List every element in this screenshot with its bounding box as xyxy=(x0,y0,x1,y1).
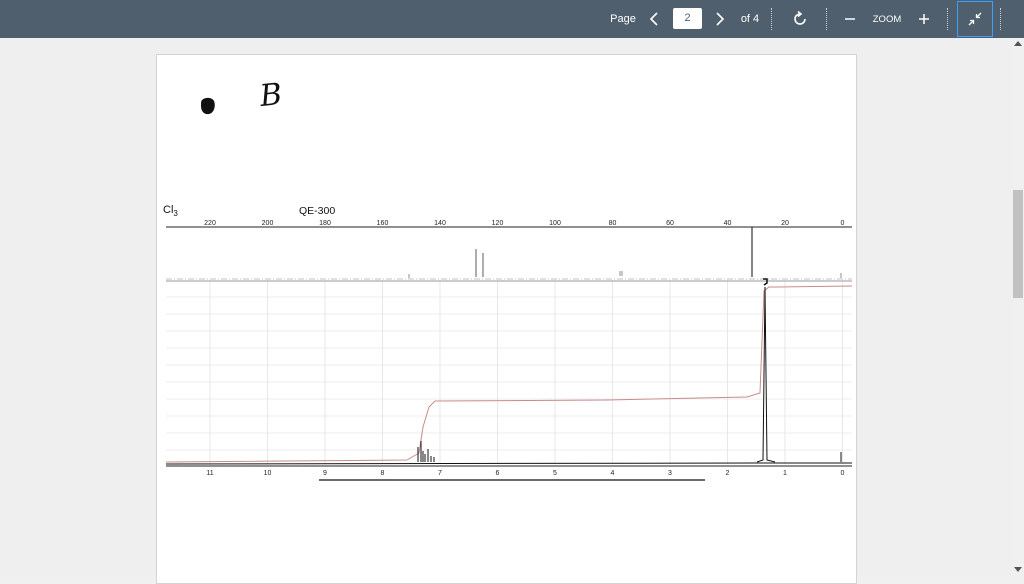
h1-tick-label: 10 xyxy=(264,470,272,477)
c13-tick-label: 220 xyxy=(204,220,216,227)
c13-axis-ticks: 220 200 180 160 140 120 100 80 60 40 20 0 xyxy=(204,220,844,227)
h1-tick-label: 7 xyxy=(438,470,442,477)
h1-grid xyxy=(166,281,852,464)
toolbar-separator xyxy=(1000,8,1001,30)
c13-tick-label: 0 xyxy=(841,220,845,227)
rotate-button[interactable] xyxy=(789,0,811,38)
h1-baseline xyxy=(165,462,852,465)
previous-page-button[interactable] xyxy=(644,0,664,38)
c13-tick-label: 100 xyxy=(549,220,561,227)
page-label: Page xyxy=(610,13,636,25)
toolbar-separator xyxy=(826,8,827,30)
h1-tick-label: 11 xyxy=(206,470,213,477)
zoom-out-button[interactable] xyxy=(842,0,858,38)
h1-tick-label: 3 xyxy=(668,470,672,477)
c13-tick-label: 160 xyxy=(377,220,389,227)
plus-icon xyxy=(919,14,929,24)
c13-tick-label: 200 xyxy=(262,220,274,227)
chevron-left-icon xyxy=(649,12,658,26)
h1-tick-label: 0 xyxy=(841,470,845,477)
h1-tick-label: 1 xyxy=(783,470,787,477)
annotation-mark xyxy=(763,278,768,286)
next-page-button[interactable] xyxy=(710,0,730,38)
chevron-right-icon xyxy=(716,12,725,26)
c13-tick-label: 60 xyxy=(666,220,674,227)
h1-axis-ticks: 11 10 9 8 7 6 5 4 3 2 1 0 xyxy=(206,470,844,477)
c13-tick-label: 20 xyxy=(781,220,789,227)
c13-tick-label: 80 xyxy=(609,220,617,227)
vertical-scrollbar[interactable] xyxy=(1012,38,1024,576)
integral-trace xyxy=(165,285,853,463)
collapse-icon xyxy=(968,12,982,26)
c13-tick-label: 180 xyxy=(319,220,331,227)
zoom-in-button[interactable] xyxy=(916,0,932,38)
toolbar-separator xyxy=(771,8,772,30)
h1-tick-label: 6 xyxy=(496,470,500,477)
c13-tick-label: 140 xyxy=(434,220,446,227)
h1-tick-label: 9 xyxy=(323,470,327,477)
document-page: B Cl3 QE-300 220 200 180 160 140 120 100 80 60 40… xyxy=(156,54,857,584)
h1-tick-label: 8 xyxy=(381,470,385,477)
h1-aliphatic-peak xyxy=(756,286,776,463)
h1-tick-label: 4 xyxy=(611,470,615,477)
scroll-thumb[interactable] xyxy=(1013,190,1023,298)
page-number-input[interactable] xyxy=(673,8,702,29)
nmr-spectrum: 220 200 180 160 140 120 100 80 60 40 20 0 xyxy=(165,220,853,481)
scroll-down-arrow-icon[interactable] xyxy=(1014,567,1022,572)
page-count: of 4 xyxy=(740,13,760,25)
h1-tick-label: 5 xyxy=(553,470,557,477)
rotate-icon xyxy=(794,11,806,25)
toolbar-separator xyxy=(947,8,948,30)
c13-tick-label: 40 xyxy=(724,220,732,227)
scroll-up-arrow-icon[interactable] xyxy=(1014,41,1022,46)
h1-tick-label: 2 xyxy=(726,470,730,477)
exit-fullscreen-button[interactable] xyxy=(957,1,993,37)
c13-tick-label: 120 xyxy=(492,220,504,227)
zoom-label: ZOOM xyxy=(872,13,902,25)
minus-icon xyxy=(845,18,855,20)
viewer-toolbar: Page of 4 ZOOM xyxy=(0,0,1024,38)
